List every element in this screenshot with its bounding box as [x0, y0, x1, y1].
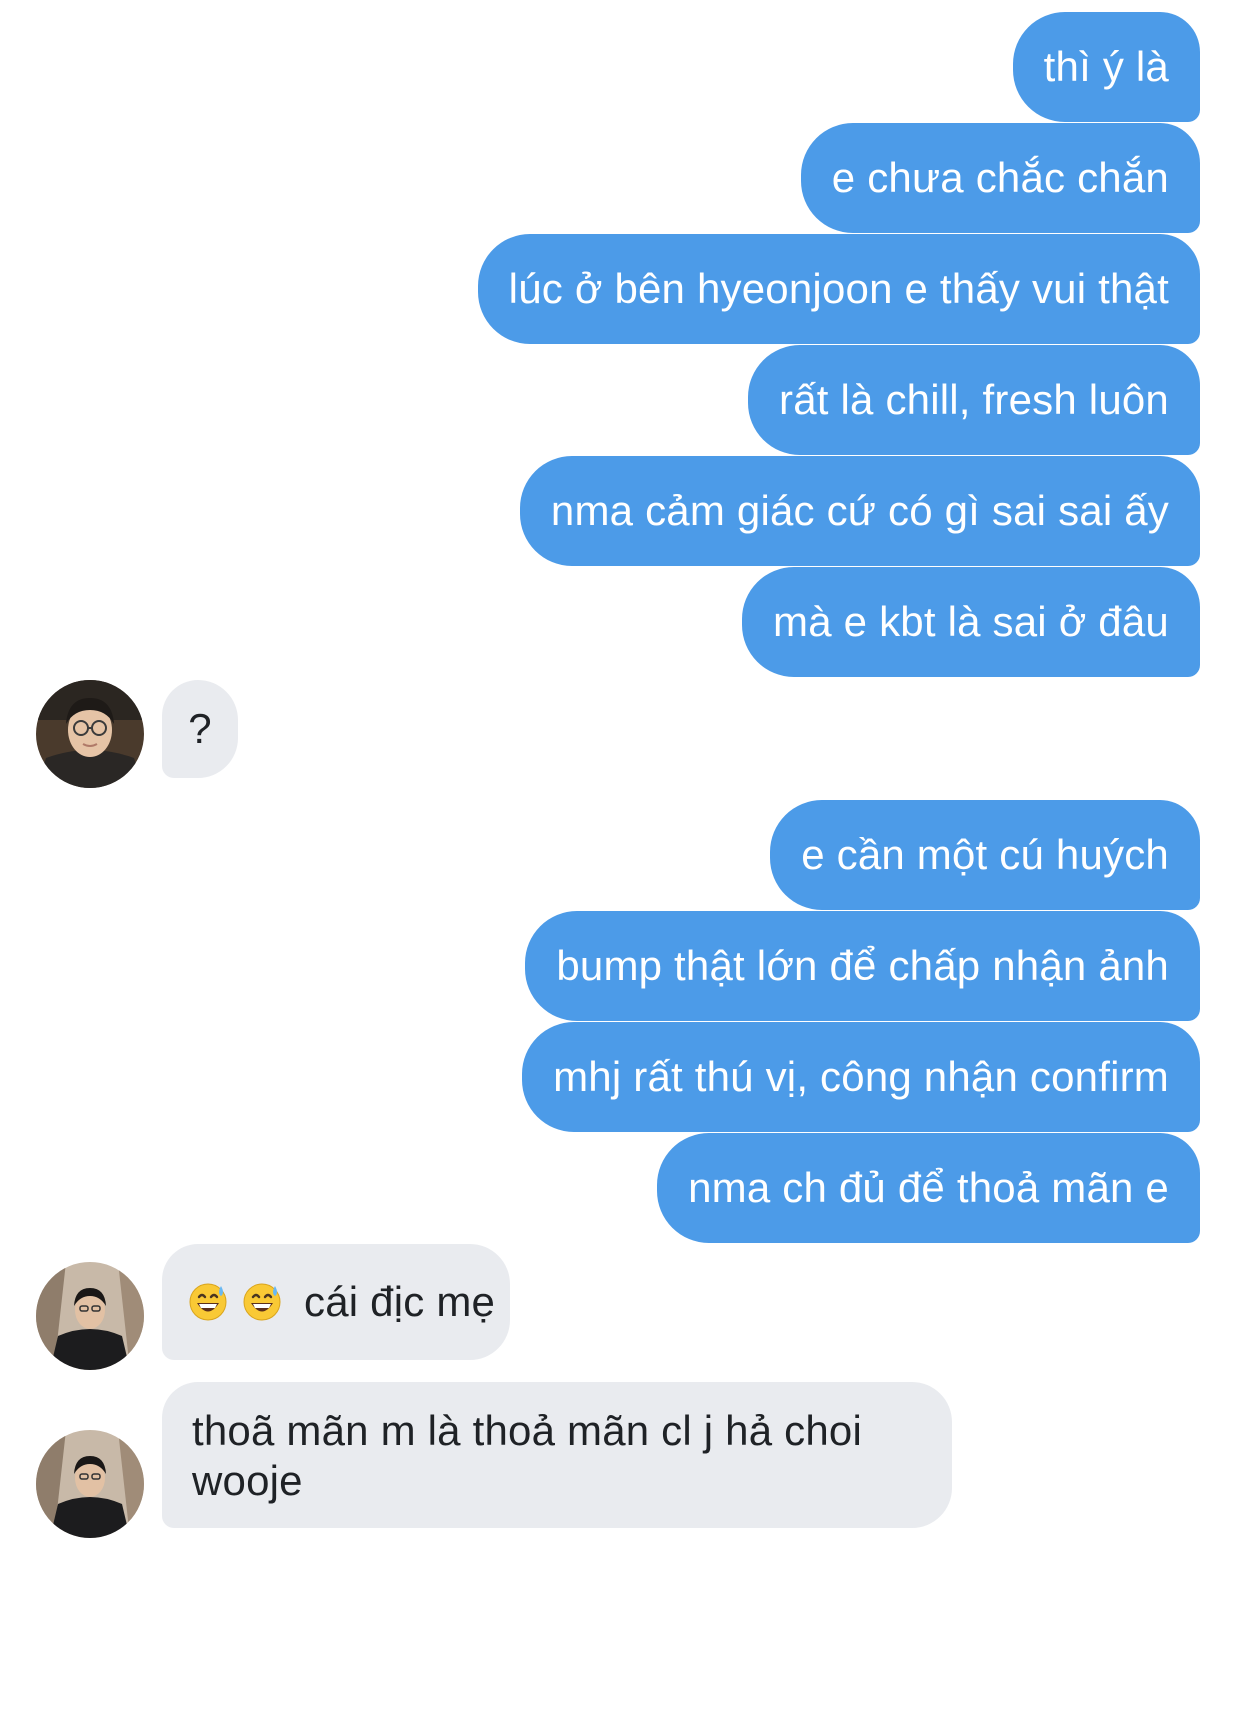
contact-avatar[interactable]: [36, 1262, 144, 1370]
received-message-line: thoã mãn m là thoả mãn cl j hả choi: [192, 1407, 863, 1454]
avatar-photo: [36, 1262, 144, 1370]
contact-avatar[interactable]: [36, 680, 144, 788]
sent-message[interactable]: mà e kbt là sai ở đâu: [742, 567, 1200, 677]
sent-message[interactable]: nma ch đủ để thoả mãn e: [657, 1133, 1200, 1243]
sent-message[interactable]: thì ý là: [1012, 12, 1200, 122]
contact-avatar[interactable]: [36, 1430, 144, 1538]
sent-message[interactable]: mhj rất thú vị, công nhận confirm: [522, 1022, 1200, 1132]
sent-message[interactable]: e cần một cú huých: [770, 800, 1200, 910]
avatar-photo: [36, 680, 144, 788]
grinning-sweat-emoji: [188, 1250, 228, 1321]
received-message-text: cái địc mẹ: [304, 1278, 496, 1325]
sent-message[interactable]: nma cảm giác cứ có gì sai sai ấy: [519, 456, 1200, 566]
message-thread: thì ý là e chưa chắc chắn lúc ở bên hyeo…: [0, 0, 1242, 1736]
avatar-photo: [36, 1430, 144, 1538]
sent-message[interactable]: rất là chill, fresh luôn: [748, 345, 1200, 455]
sent-message[interactable]: lúc ở bên hyeonjoon e thấy vui thật: [477, 234, 1200, 344]
sent-message[interactable]: e chưa chắc chắn: [800, 123, 1200, 233]
grinning-sweat-emoji: [242, 1250, 282, 1321]
received-message[interactable]: ?: [162, 680, 238, 778]
received-message[interactable]: thoã mãn m là thoả mãn cl j hả choi wooj…: [162, 1382, 952, 1528]
sent-message[interactable]: bump thật lớn để chấp nhận ảnh: [525, 911, 1200, 1021]
received-message-line: wooje: [192, 1457, 303, 1504]
received-message[interactable]: cái địc mẹ: [162, 1244, 510, 1360]
